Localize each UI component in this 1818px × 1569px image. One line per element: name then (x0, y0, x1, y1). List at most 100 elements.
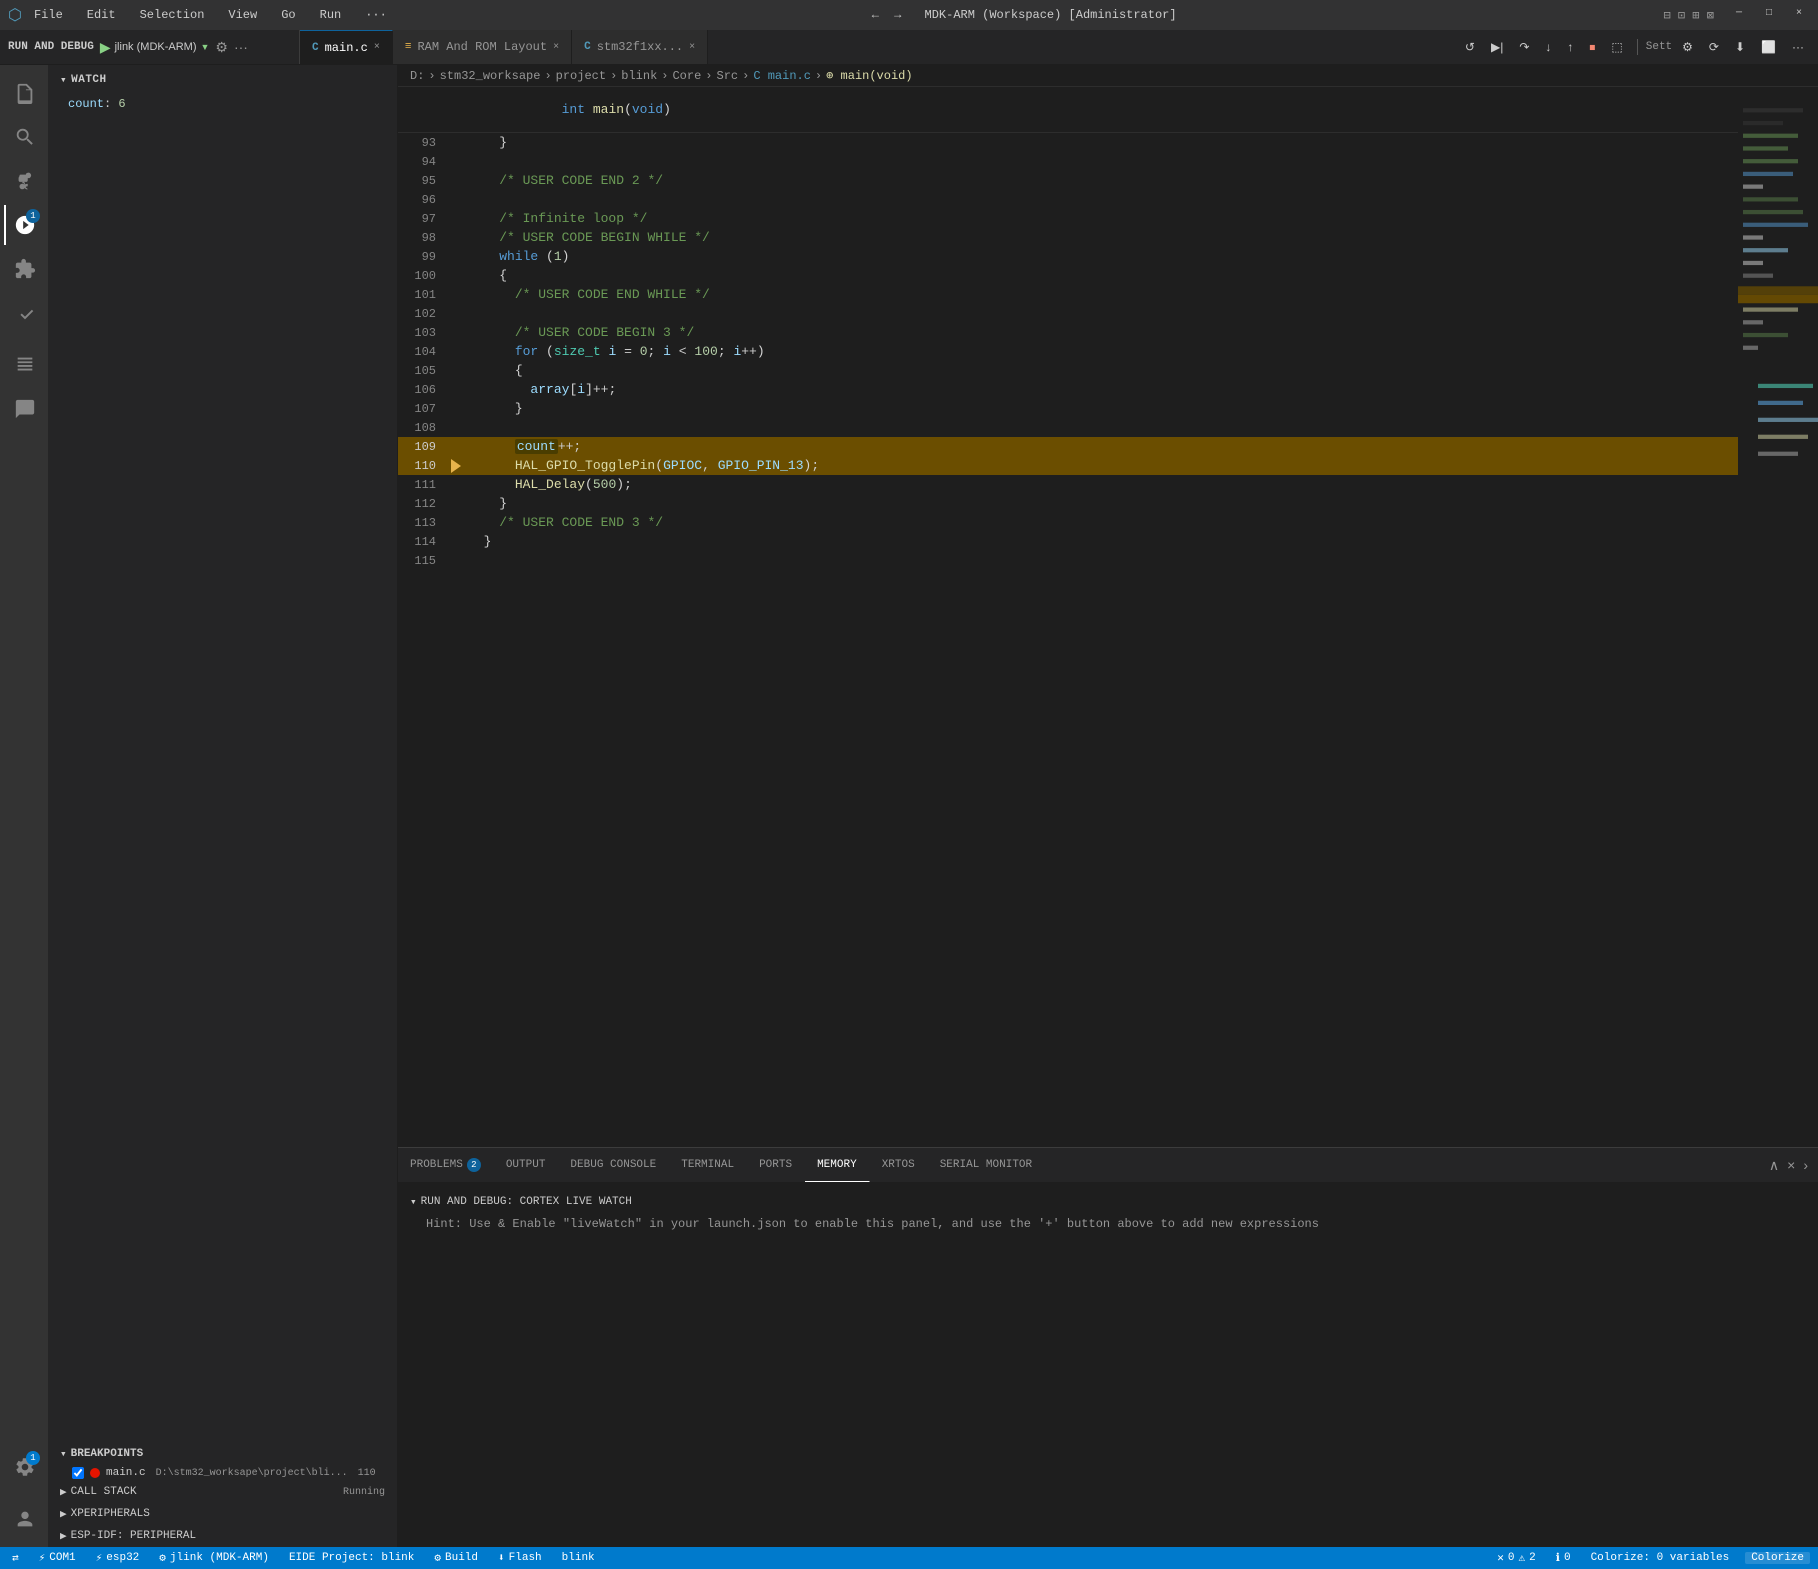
debug-step-over-btn[interactable]: ↷ (1513, 36, 1535, 58)
status-eide[interactable]: EIDE Project: blink (285, 1552, 418, 1564)
editor-area: D: › stm32_worksape › project › blink › … (398, 65, 1818, 1547)
debug-console-label: DEBUG CONSOLE (570, 1159, 656, 1171)
colorize-btn-label: Colorize (1751, 1552, 1804, 1564)
status-build[interactable]: ⚙ Build (430, 1551, 482, 1565)
panel-tab-xrtos[interactable]: XRTOS (870, 1148, 928, 1182)
esp-idf-section[interactable]: ▶ ESP-IDF: PERIPHERAL (48, 1525, 397, 1547)
panel-nav-btn[interactable]: › (1801, 1155, 1810, 1175)
flash-icon: ⬇ (498, 1551, 505, 1565)
gear-button[interactable]: ⚙ (215, 39, 228, 56)
menu-file[interactable]: File (30, 6, 67, 24)
activity-extensions[interactable] (4, 249, 44, 289)
activity-remote[interactable] (4, 345, 44, 385)
separator (1637, 39, 1638, 55)
callstack-section[interactable]: ▶ CALL STACK Running (48, 1481, 397, 1503)
debug-stop-btn[interactable]: ⏹ (1583, 36, 1601, 59)
minimap (1738, 87, 1818, 1147)
status-colorize[interactable]: Colorize: 0 variables (1587, 1552, 1734, 1564)
breadcrumb-function: ⊕ main(void) (826, 68, 912, 83)
panel-up-btn[interactable]: ∧ (1767, 1155, 1781, 1176)
tab-ram-rom[interactable]: ≡ RAM And ROM Layout × (393, 30, 572, 64)
flash-btn[interactable]: ⬇ (1729, 36, 1751, 58)
maximize-btn[interactable]: □ (1758, 6, 1780, 25)
status-esp32[interactable]: ⚡ esp32 (92, 1551, 144, 1565)
status-com1[interactable]: ⚡ COM1 (35, 1551, 80, 1565)
esp32-label: esp32 (106, 1552, 139, 1564)
debug-bar-label: RUN AND DEBUG (8, 41, 94, 53)
remote-icon: ⇄ (12, 1551, 19, 1565)
status-remote[interactable]: ⇄ (8, 1551, 23, 1565)
sync-btn[interactable]: ⟳ (1703, 36, 1725, 58)
panel-tab-serial-monitor[interactable]: SERIAL MONITOR (928, 1148, 1045, 1182)
activity-chat[interactable] (4, 389, 44, 429)
panel-tab-ports[interactable]: PORTS (747, 1148, 805, 1182)
breakpoint-dot (90, 1468, 100, 1478)
status-flash[interactable]: ⬇ Flash (494, 1551, 546, 1565)
run-more-btn[interactable]: ⚙ (1676, 36, 1699, 58)
statusbar-right: ✕ 0 ⚠ 2 ℹ 0 Colorize: 0 variables Colori… (1493, 1551, 1810, 1565)
xperipherals-label: XPERIPHERALS (71, 1508, 150, 1520)
code-line-94: 94 (398, 152, 1738, 171)
activity-account[interactable] (4, 1499, 44, 1539)
panel-section-header[interactable]: ▾ RUN AND DEBUG: CORTEX LIVE WATCH (410, 1191, 1806, 1213)
sidebar-toggle-btn[interactable]: ⬜ (1755, 36, 1782, 58)
status-info[interactable]: ℹ 0 (1552, 1551, 1575, 1565)
tab-close-stm32[interactable]: × (689, 42, 695, 53)
breakpoint-checkbox[interactable] (72, 1467, 84, 1479)
menu-edit[interactable]: Edit (83, 6, 120, 24)
build-label: Build (445, 1552, 478, 1564)
xperipherals-section[interactable]: ▶ XPERIPHERALS (48, 1503, 397, 1525)
tab-stm32[interactable]: C stm32f1xx... × (572, 30, 708, 64)
minimize-btn[interactable]: ─ (1728, 6, 1750, 25)
status-blink[interactable]: blink (558, 1552, 599, 1564)
activity-run-debug[interactable]: 1 (4, 205, 44, 245)
panel-tab-debug-console[interactable]: DEBUG CONSOLE (558, 1148, 669, 1182)
menu-more[interactable]: ··· (361, 6, 391, 24)
code-line-100: 100 { (398, 266, 1738, 285)
debug-step-into-btn[interactable]: ↓ (1539, 36, 1557, 58)
menu-view[interactable]: View (224, 6, 261, 24)
status-colorize-btn[interactable]: Colorize (1745, 1552, 1810, 1564)
activity-testing[interactable] (4, 293, 44, 333)
warning-icon: ⚠ (1519, 1551, 1526, 1565)
layout-btn[interactable]: ⬚ (1605, 36, 1628, 58)
nav-forward[interactable]: → (894, 8, 901, 22)
menu-selection[interactable]: Selection (136, 6, 209, 24)
activity-source-control[interactable] (4, 161, 44, 201)
tab-close-ram-rom[interactable]: × (553, 42, 559, 53)
breadcrumb-project: project (556, 69, 606, 83)
xrtos-label: XRTOS (882, 1159, 915, 1171)
close-btn[interactable]: × (1788, 6, 1810, 25)
code-editor: int main(void) 93 } 94 (398, 87, 1738, 1147)
chevron-down-icon: ▾ (60, 1447, 67, 1461)
activity-search[interactable] (4, 117, 44, 157)
breakpoints-section-header[interactable]: ▾ BREAKPOINTS (48, 1443, 397, 1465)
tab-close-main-c[interactable]: × (374, 42, 380, 53)
panel-tab-output[interactable]: OUTPUT (494, 1148, 559, 1182)
problems-badge: 2 (467, 1158, 481, 1172)
panel-more-btn[interactable]: ··· (1786, 36, 1810, 58)
watch-label: WATCH (71, 74, 107, 86)
tab-main-c[interactable]: C main.c × (300, 30, 393, 64)
status-jlink[interactable]: ⚙ jlink (MDK-ARM) (155, 1551, 273, 1565)
panel-tab-terminal[interactable]: TERMINAL (669, 1148, 747, 1182)
code-scroll[interactable]: 93 } 94 95 /* USER CODE EN (398, 133, 1738, 1147)
nav-back[interactable]: ← (872, 8, 879, 22)
code-line-108: 108 (398, 418, 1738, 437)
menu-run[interactable]: Run (316, 6, 346, 24)
terminal-label: TERMINAL (681, 1159, 734, 1171)
status-errors[interactable]: ✕ 0 ⚠ 2 (1493, 1551, 1539, 1565)
debug-restart-btn[interactable]: ↺ (1459, 36, 1481, 58)
serial-monitor-label: SERIAL MONITOR (940, 1159, 1032, 1171)
menu-go[interactable]: Go (277, 6, 299, 24)
panel-tabs: PROBLEMS 2 OUTPUT DEBUG CONSOLE TERMINAL… (398, 1148, 1818, 1183)
activity-settings[interactable]: 1 (4, 1447, 44, 1487)
panel-close-btn[interactable]: × (1785, 1155, 1797, 1175)
more-button[interactable]: ··· (234, 39, 248, 55)
activity-explorer[interactable] (4, 73, 44, 113)
debug-run-button[interactable]: ▶ jlink (MDK-ARM) ▼ (100, 39, 210, 56)
panel-tab-problems[interactable]: PROBLEMS 2 (398, 1148, 494, 1182)
debug-step-out-btn[interactable]: ↑ (1561, 36, 1579, 58)
debug-continue-btn[interactable]: ▶| (1485, 36, 1509, 58)
panel-tab-memory[interactable]: MEMORY (805, 1148, 870, 1182)
